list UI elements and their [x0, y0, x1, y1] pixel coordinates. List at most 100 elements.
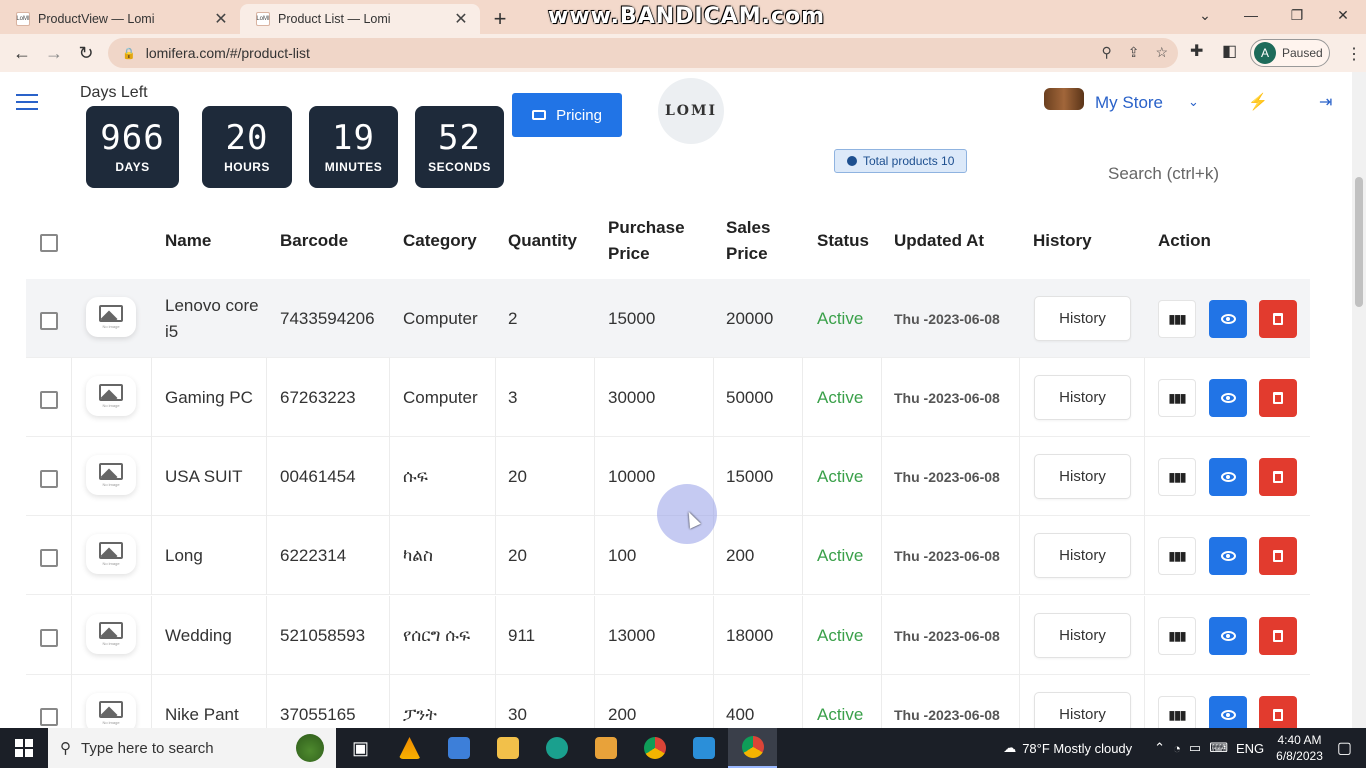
countdown-value: 52	[438, 118, 481, 158]
edge-icon[interactable]	[532, 728, 581, 768]
updated-at-cell: Thu -2023-06-08	[894, 547, 1000, 564]
url-omnibox[interactable]: 🔒 lomifera.com/#/product-list ⚲ ⇪ ☆	[108, 38, 1178, 68]
notification-icon[interactable]: ▢	[1337, 738, 1352, 758]
page-scrollbar[interactable]	[1352, 72, 1366, 728]
share-icon[interactable]: ⇪	[1128, 44, 1140, 61]
reload-button[interactable]: ↻	[70, 37, 102, 69]
start-button[interactable]	[0, 728, 48, 768]
chrome-icon[interactable]	[630, 728, 679, 768]
profile-button[interactable]: A Paused	[1250, 39, 1330, 67]
product-image[interactable]: No image	[86, 693, 136, 728]
tab-product-list[interactable]: LoMI Product List — Lomi ✕	[240, 4, 480, 34]
battery-icon[interactable]: ▭	[1189, 740, 1201, 756]
history-button[interactable]: History	[1034, 454, 1131, 499]
vlc-icon[interactable]	[385, 728, 434, 768]
view-button[interactable]	[1209, 379, 1247, 417]
barcode-button[interactable]: ▮▮▮	[1158, 379, 1196, 417]
tab-search-icon[interactable]: ⌄	[1182, 0, 1228, 30]
tab-productview[interactable]: LoMI ProductView — Lomi ✕	[0, 4, 240, 34]
quantity-cell: 911	[508, 625, 536, 645]
product-image[interactable]: No image	[86, 297, 136, 337]
media-player-icon[interactable]	[581, 728, 630, 768]
row-checkbox[interactable]	[40, 312, 58, 330]
row-checkbox[interactable]	[40, 391, 58, 409]
close-window-button[interactable]: ✕	[1320, 0, 1366, 30]
pricing-button[interactable]: Pricing	[512, 93, 622, 137]
network-icon[interactable]: ◔	[1173, 741, 1181, 756]
column-divider	[389, 437, 390, 516]
extensions-icon[interactable]: ✚	[1190, 41, 1203, 61]
product-image[interactable]: No image	[86, 376, 136, 416]
language-indicator[interactable]: ENG	[1236, 741, 1264, 756]
barcode-button[interactable]: ▮▮▮	[1158, 458, 1196, 496]
view-button[interactable]	[1209, 617, 1247, 655]
view-button[interactable]	[1209, 300, 1247, 338]
clock[interactable]: 4:40 AM 6/8/2023	[1276, 732, 1323, 764]
trash-icon	[1273, 550, 1283, 562]
view-button[interactable]	[1209, 696, 1247, 728]
hamburger-menu-icon[interactable]	[16, 94, 38, 110]
delete-button[interactable]	[1259, 696, 1297, 728]
back-button[interactable]: ←	[6, 37, 38, 69]
countdown-days: 966 DAYS	[86, 106, 179, 188]
view-button[interactable]	[1209, 537, 1247, 575]
product-image[interactable]: No image	[86, 614, 136, 654]
image-caption: No image	[102, 403, 120, 408]
magic-wand-icon[interactable]: ⚡	[1248, 92, 1268, 112]
product-image[interactable]: No image	[86, 455, 136, 495]
history-button[interactable]: History	[1034, 613, 1131, 658]
barcode-button[interactable]: ▮▮▮	[1158, 537, 1196, 575]
maximize-button[interactable]: ❐	[1274, 0, 1320, 30]
countdown-seconds: 52 SECONDS	[415, 106, 504, 188]
taskbar-search[interactable]: ⚲ Type here to search	[48, 728, 336, 768]
delete-button[interactable]	[1259, 458, 1297, 496]
delete-button[interactable]	[1259, 537, 1297, 575]
delete-button[interactable]	[1259, 379, 1297, 417]
windows-taskbar: ⚲ Type here to search ▣ ☁ 78°F Mostly cl…	[0, 728, 1366, 768]
purchase-price-cell: 10000	[608, 466, 656, 486]
chevron-down-icon[interactable]: ⌄	[1188, 94, 1199, 110]
search-input[interactable]	[1108, 164, 1288, 184]
countdown-hours: 20 HOURS	[202, 106, 292, 188]
lomi-logo[interactable]: LOMI	[658, 78, 724, 144]
weather-text[interactable]: 78°F Mostly cloudy	[1022, 741, 1132, 756]
barcode-button[interactable]: ▮▮▮	[1158, 617, 1196, 655]
barcode-button[interactable]: ▮▮▮	[1158, 696, 1196, 728]
row-checkbox[interactable]	[40, 470, 58, 488]
clock-date: 6/8/2023	[1276, 749, 1323, 763]
weather-cloud-icon[interactable]: ☁	[1003, 740, 1016, 756]
row-checkbox[interactable]	[40, 549, 58, 567]
task-view-icon[interactable]: ▣	[336, 728, 385, 768]
keyboard-icon[interactable]: ⌨	[1209, 740, 1228, 756]
delete-button[interactable]	[1259, 300, 1297, 338]
zoom-icon[interactable]: ⚲	[1101, 44, 1111, 61]
my-store-dropdown[interactable]: My Store	[1095, 93, 1163, 113]
scrollbar-thumb[interactable]	[1355, 177, 1363, 307]
forward-button[interactable]: →	[38, 37, 70, 69]
new-tab-button[interactable]: +	[480, 4, 520, 34]
file-explorer-icon[interactable]	[483, 728, 532, 768]
minimize-button[interactable]: —	[1228, 0, 1274, 30]
close-tab-icon[interactable]: ✕	[212, 9, 230, 29]
history-button[interactable]: History	[1034, 692, 1131, 728]
side-panel-icon[interactable]: ◧	[1222, 41, 1237, 61]
product-image[interactable]: No image	[86, 534, 136, 574]
chrome-active-icon[interactable]	[728, 728, 777, 768]
browser-menu-icon[interactable]: ⋮	[1346, 44, 1362, 64]
close-tab-icon[interactable]: ✕	[452, 9, 470, 29]
logout-icon[interactable]: ⇥	[1319, 92, 1332, 112]
delete-button[interactable]	[1259, 617, 1297, 655]
history-button[interactable]: History	[1034, 375, 1131, 420]
row-checkbox[interactable]	[40, 629, 58, 647]
store-icon[interactable]	[434, 728, 483, 768]
history-button[interactable]: History	[1034, 533, 1131, 578]
select-all-checkbox[interactable]	[40, 234, 58, 252]
countdown-unit: MINUTES	[324, 160, 383, 174]
tray-chevron-icon[interactable]: ⌃	[1154, 740, 1165, 756]
barcode-button[interactable]: ▮▮▮	[1158, 300, 1196, 338]
row-checkbox[interactable]	[40, 708, 58, 726]
view-button[interactable]	[1209, 458, 1247, 496]
vscode-icon[interactable]	[679, 728, 728, 768]
bookmark-star-icon[interactable]: ☆	[1155, 44, 1168, 61]
history-button[interactable]: History	[1034, 296, 1131, 341]
